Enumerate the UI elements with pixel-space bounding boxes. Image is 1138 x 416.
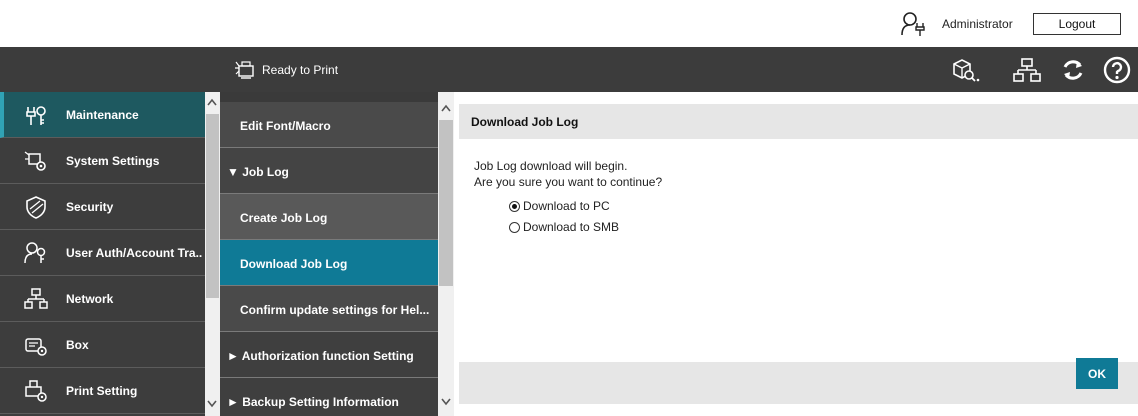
page-title: Download Job Log bbox=[471, 115, 579, 129]
logout-button[interactable]: Logout bbox=[1033, 13, 1121, 35]
submenu-label: Confirm update settings for Hel... bbox=[240, 303, 430, 317]
submenu-item-job-log[interactable]: ▼ Job Log bbox=[220, 148, 438, 194]
submenu-label: ► Authorization function Setting bbox=[227, 349, 414, 363]
submenu-label: Create Job Log bbox=[240, 211, 328, 225]
nav-label-maintenance: Maintenance bbox=[66, 108, 139, 122]
nav-item-maintenance[interactable]: Maintenance bbox=[0, 92, 205, 138]
submenu-item-edit-font-macro[interactable]: Edit Font/Macro bbox=[220, 102, 438, 148]
nav-item-box[interactable]: Box bbox=[0, 322, 205, 368]
content-title-bar: Download Job Log bbox=[459, 104, 1138, 139]
submenu-label: Edit Font/Macro bbox=[240, 119, 331, 133]
submenu-item-create-job-log[interactable]: Create Job Log bbox=[220, 194, 438, 240]
submenu: Edit Font/Macro ▼ Job Log Create Job Log… bbox=[220, 92, 438, 416]
content-panel: Download Job Log Job Log download will b… bbox=[459, 92, 1138, 416]
nav-label-system-settings: System Settings bbox=[66, 154, 160, 168]
print-setting-icon bbox=[25, 380, 47, 402]
option-download-to-pc[interactable]: Download to PC bbox=[509, 199, 610, 213]
scroll-up-arrow-icon[interactable] bbox=[439, 102, 453, 114]
submenu-item-confirm-update-settings[interactable]: Confirm update settings for Hel... bbox=[220, 286, 438, 332]
option-label: Download to SMB bbox=[523, 220, 620, 234]
scroll-down-arrow-icon[interactable] bbox=[439, 396, 453, 408]
nav-label-network: Network bbox=[66, 292, 114, 306]
message-line-1: Job Log download will begin. bbox=[474, 159, 628, 173]
nav-label-box: Box bbox=[66, 338, 89, 352]
maintenance-icon bbox=[26, 106, 46, 125]
refresh-icon[interactable] bbox=[1058, 55, 1088, 85]
nav-item-security[interactable]: Security bbox=[0, 184, 205, 230]
ok-button[interactable]: OK bbox=[1076, 358, 1118, 389]
user-name-label: Administrator bbox=[942, 17, 1013, 31]
nav-label-security: Security bbox=[66, 200, 114, 214]
scroll-up-arrow-icon[interactable] bbox=[205, 96, 219, 108]
nav-label-user-auth: User Auth/Account Tra.. bbox=[66, 246, 203, 260]
option-label: Download to PC bbox=[523, 199, 610, 213]
header-bar: Ready to Print bbox=[0, 47, 1138, 92]
status-text: Ready to Print bbox=[262, 63, 339, 77]
submenu-item-backup-setting[interactable]: ► Backup Setting Information bbox=[220, 378, 438, 416]
main-menu-scroll-thumb[interactable] bbox=[206, 114, 219, 298]
box-icon bbox=[25, 338, 47, 356]
submenu-label: ► Backup Setting Information bbox=[227, 395, 399, 409]
system-settings-icon bbox=[24, 151, 46, 171]
app-window: Administrator Logout Ready to Print Main… bbox=[0, 0, 1138, 416]
main-menu-scrollbar[interactable] bbox=[205, 92, 220, 416]
action-bar bbox=[459, 362, 1138, 404]
submenu-scrollbar[interactable] bbox=[438, 92, 454, 416]
submenu-item-authorization-function[interactable]: ► Authorization function Setting bbox=[220, 332, 438, 378]
submenu-scroll-thumb[interactable] bbox=[439, 120, 453, 286]
network-nav-icon bbox=[24, 288, 48, 309]
admin-user-icon bbox=[901, 12, 925, 36]
nav-item-user-auth[interactable]: User Auth/Account Tra.. bbox=[0, 230, 205, 276]
printer-ready-icon bbox=[235, 61, 254, 79]
help-icon[interactable] bbox=[1102, 55, 1132, 85]
message-line-2: Are you sure you want to continue? bbox=[474, 175, 663, 189]
user-auth-icon bbox=[24, 242, 46, 264]
nav-item-network[interactable]: Network bbox=[0, 276, 205, 322]
nav-label-print-setting: Print Setting bbox=[66, 384, 138, 398]
submenu-label: ▼ Job Log bbox=[227, 165, 289, 179]
nav-item-print-setting[interactable]: Print Setting bbox=[0, 368, 205, 414]
main-menu: Maintenance System Settings Security Use… bbox=[0, 92, 205, 416]
radio-download-to-smb[interactable] bbox=[509, 221, 520, 233]
submenu-label: Download Job Log bbox=[240, 257, 348, 271]
scroll-down-arrow-icon[interactable] bbox=[205, 398, 219, 410]
nav-item-system-settings[interactable]: System Settings bbox=[0, 138, 205, 184]
network-icon[interactable] bbox=[1012, 55, 1042, 85]
top-bar: Administrator Logout bbox=[0, 0, 1138, 47]
printer-status: Ready to Print bbox=[234, 60, 338, 80]
search-device-icon[interactable] bbox=[950, 55, 980, 85]
radio-download-to-pc[interactable] bbox=[509, 200, 520, 212]
submenu-item-download-job-log[interactable]: Download Job Log bbox=[220, 240, 438, 286]
option-download-to-smb[interactable]: Download to SMB bbox=[509, 220, 619, 234]
security-icon bbox=[26, 196, 46, 219]
